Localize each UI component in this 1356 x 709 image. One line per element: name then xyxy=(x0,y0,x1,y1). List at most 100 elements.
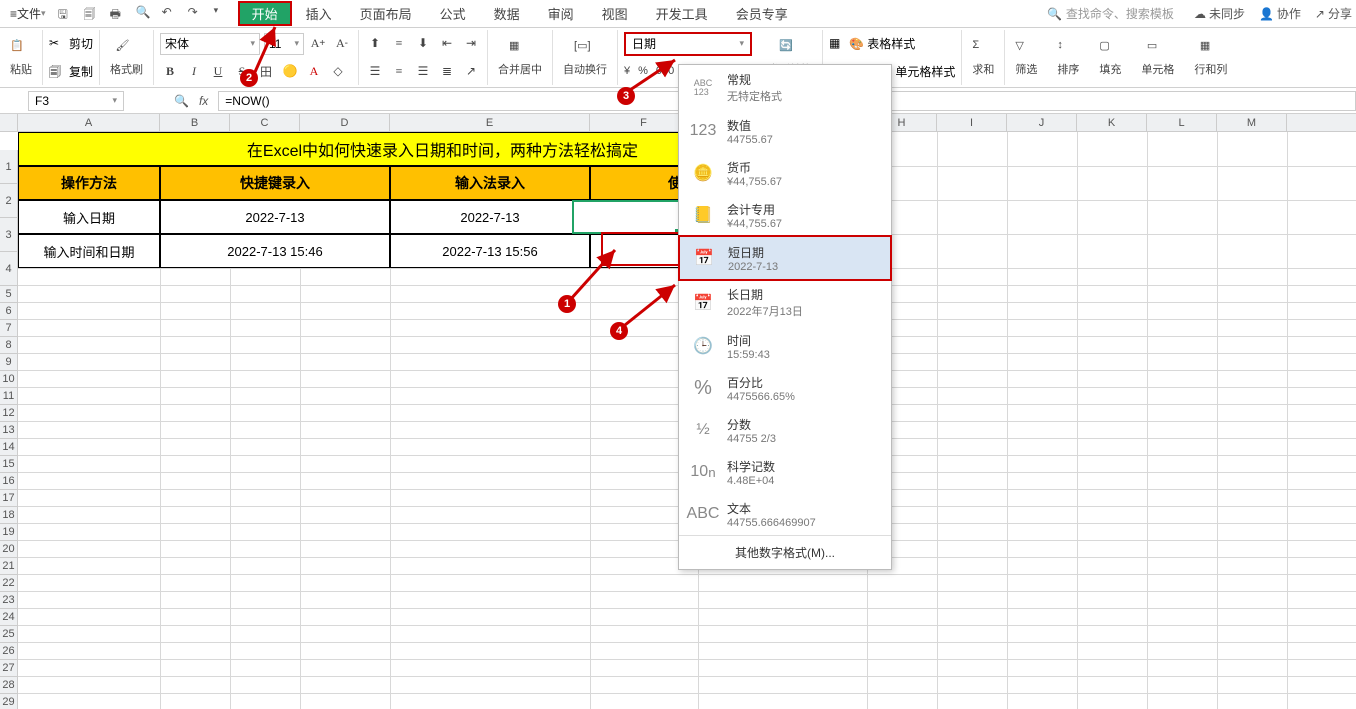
r4-method[interactable]: 输入时间和日期 xyxy=(18,234,160,268)
indent-dec[interactable]: ⇤ xyxy=(437,34,457,54)
fmt-option-5[interactable]: 📅长日期2022年7月13日 xyxy=(679,280,891,325)
row-header-28[interactable]: 28 xyxy=(0,677,18,694)
col-header-C[interactable]: C xyxy=(230,114,300,131)
active-cell[interactable] xyxy=(572,200,680,234)
name-box[interactable]: F3▾ xyxy=(28,91,124,111)
redo-icon[interactable]: ↷ xyxy=(188,5,206,23)
row-header-17[interactable]: 17 xyxy=(0,490,18,507)
row-header-16[interactable]: 16 xyxy=(0,473,18,490)
r3-method[interactable]: 输入日期 xyxy=(18,200,160,234)
clear-format[interactable]: ◇ xyxy=(328,61,348,81)
undo-icon[interactable]: ↶ xyxy=(162,5,180,23)
fill-color[interactable]: 🟡 xyxy=(280,61,300,81)
cut-icon[interactable]: ✂ xyxy=(49,36,65,52)
border-button[interactable]: 田 xyxy=(256,61,276,81)
row-header-26[interactable]: 26 xyxy=(0,643,18,660)
row-header-15[interactable]: 15 xyxy=(0,456,18,473)
row-header-7[interactable]: 7 xyxy=(0,320,18,337)
wrap-text[interactable]: [▭]自动换行 xyxy=(559,37,611,79)
sum-button[interactable]: Σ求和 xyxy=(968,37,998,79)
row-header-1[interactable]: 1 xyxy=(0,150,18,184)
sort-button[interactable]: ↕排序 xyxy=(1053,37,1083,79)
row-header-11[interactable]: 11 xyxy=(0,388,18,405)
table-style[interactable]: 🎨 表格样式 xyxy=(849,35,915,52)
r4-shortcut[interactable]: 2022-7-13 15:46 xyxy=(160,234,390,268)
tab-view[interactable]: 视图 xyxy=(588,1,642,26)
col-header-L[interactable]: L xyxy=(1147,114,1217,131)
row-header-27[interactable]: 27 xyxy=(0,660,18,677)
align-top[interactable]: ⬆ xyxy=(365,34,385,54)
rowcol-button[interactable]: ▦行和列 xyxy=(1190,37,1231,79)
font-name-select[interactable]: 宋体▾ xyxy=(160,33,260,55)
align-right[interactable]: ☰ xyxy=(413,61,433,81)
col-header-B[interactable]: B xyxy=(160,114,230,131)
row-header-3[interactable]: 3 xyxy=(0,218,18,252)
fmt-option-6[interactable]: 🕒时间15:59:43 xyxy=(679,325,891,367)
row-header-13[interactable]: 13 xyxy=(0,422,18,439)
justify[interactable]: ≣ xyxy=(437,61,457,81)
fmt-option-7[interactable]: %百分比4475566.65% xyxy=(679,367,891,409)
row-header-8[interactable]: 8 xyxy=(0,337,18,354)
row-header-10[interactable]: 10 xyxy=(0,371,18,388)
align-center[interactable]: ≡ xyxy=(389,61,409,81)
col-header-A[interactable]: A xyxy=(18,114,160,131)
row-header-19[interactable]: 19 xyxy=(0,524,18,541)
row-header-22[interactable]: 22 xyxy=(0,575,18,592)
row-header-21[interactable]: 21 xyxy=(0,558,18,575)
fmt-option-9[interactable]: 10n科学记数4.48E+04 xyxy=(679,451,891,493)
format-painter[interactable]: 🖌格式刷 xyxy=(106,37,147,79)
col-header-K[interactable]: K xyxy=(1077,114,1147,131)
fmt-more[interactable]: 其他数字格式(M)... xyxy=(679,535,891,569)
row-header-12[interactable]: 12 xyxy=(0,405,18,422)
italic-button[interactable]: I xyxy=(184,61,204,81)
sync-status[interactable]: ☁ 未同步 xyxy=(1194,5,1245,22)
header-ime[interactable]: 输入法录入 xyxy=(390,166,590,200)
cond-format-icon[interactable]: ▦ xyxy=(829,36,845,52)
fmt-option-0[interactable]: ABC123常规无特定格式 xyxy=(679,65,891,110)
cellfmt-button[interactable]: ▭单元格 xyxy=(1137,37,1178,79)
fill-button[interactable]: ▢填充 xyxy=(1095,37,1125,79)
bold-button[interactable]: B xyxy=(160,61,180,81)
file-menu[interactable]: ≡ 文件 ▾ xyxy=(4,3,52,24)
tab-layout[interactable]: 页面布局 xyxy=(346,1,426,26)
paste-button[interactable]: 📋粘贴 xyxy=(6,37,36,79)
comma-icon[interactable]: 000 xyxy=(656,65,674,77)
fmt-option-2[interactable]: 🪙货币¥44,755.67 xyxy=(679,152,891,194)
align-mid[interactable]: ≡ xyxy=(389,34,409,54)
r4-ime[interactable]: 2022-7-13 15:56 xyxy=(390,234,590,268)
save-icon[interactable]: 🖫 xyxy=(58,5,76,23)
row-header-14[interactable]: 14 xyxy=(0,439,18,456)
row-header-18[interactable]: 18 xyxy=(0,507,18,524)
merge-center[interactable]: ▦合并居中 xyxy=(494,37,546,79)
r3-shortcut[interactable]: 2022-7-13 xyxy=(160,200,390,234)
row-header-29[interactable]: 29 xyxy=(0,694,18,709)
row-header-23[interactable]: 23 xyxy=(0,592,18,609)
header-shortcut[interactable]: 快捷键录入 xyxy=(160,166,390,200)
tab-insert[interactable]: 插入 xyxy=(292,1,346,26)
fmt-option-1[interactable]: 123数值44755.67 xyxy=(679,110,891,152)
row-header-2[interactable]: 2 xyxy=(0,184,18,218)
increase-font[interactable]: A+ xyxy=(308,34,328,54)
row-header-4[interactable]: 4 xyxy=(0,252,18,286)
col-header-I[interactable]: I xyxy=(937,114,1007,131)
print-icon[interactable]: 🖶 xyxy=(110,5,128,23)
col-header-E[interactable]: E xyxy=(390,114,590,131)
indent-inc[interactable]: ⇥ xyxy=(461,34,481,54)
tab-formula[interactable]: 公式 xyxy=(426,1,480,26)
tab-data[interactable]: 数据 xyxy=(480,1,534,26)
copy-icon[interactable]: 🗐 xyxy=(49,63,65,79)
copy-button[interactable]: 复制 xyxy=(69,63,93,80)
save-as-icon[interactable]: 🗐 xyxy=(84,5,102,23)
tab-member[interactable]: 会员专享 xyxy=(722,1,802,26)
zoom-icon[interactable]: 🔍 xyxy=(174,94,189,108)
fmt-option-3[interactable]: 📒会计专用¥44,755.67 xyxy=(679,194,891,236)
tab-review[interactable]: 审阅 xyxy=(534,1,588,26)
row-header-25[interactable]: 25 xyxy=(0,626,18,643)
search-box[interactable]: 🔍 查找命令、搜索模板 xyxy=(1047,5,1174,22)
select-all-corner[interactable] xyxy=(0,114,18,131)
preview-icon[interactable]: 🔍 xyxy=(136,5,154,23)
row-header-20[interactable]: 20 xyxy=(0,541,18,558)
col-header-M[interactable]: M xyxy=(1217,114,1287,131)
align-bot[interactable]: ⬇ xyxy=(413,34,433,54)
col-header-D[interactable]: D xyxy=(300,114,390,131)
